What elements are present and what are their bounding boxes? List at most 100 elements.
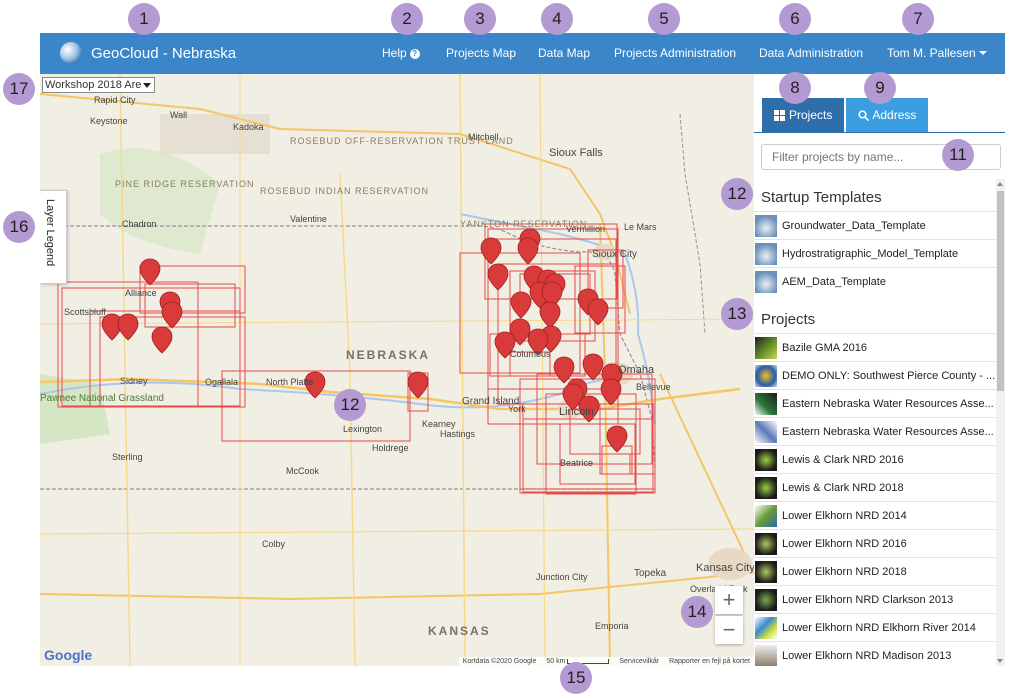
- zoom-out-button[interactable]: −: [715, 616, 743, 644]
- project-list: Startup Templates Groundwater_Data_Templ…: [754, 179, 997, 666]
- brand[interactable]: GeoCloud - Nebraska: [60, 42, 236, 64]
- callout-badge: 13: [721, 298, 753, 330]
- terms-link[interactable]: Servicevilkår: [619, 658, 659, 665]
- callout-badge: 9: [864, 72, 896, 104]
- template-item[interactable]: Groundwater_Data_Template: [754, 211, 997, 239]
- city-chadron: Chadron: [122, 219, 157, 229]
- zoom-in-button[interactable]: +: [715, 586, 743, 614]
- callout-badge: 11: [942, 139, 974, 171]
- callout-badge: 7: [902, 3, 934, 35]
- city-sterling: Sterling: [112, 452, 143, 462]
- city-keystone: Keystone: [90, 116, 128, 126]
- city-sioux-city: Sioux City: [592, 249, 638, 260]
- project-item[interactable]: Lower Elkhorn NRD Madison 2013: [754, 641, 997, 666]
- callout-badge: 14: [681, 596, 713, 628]
- map-attribution: Kortdata ©2020 Google 50 km Servicevilkå…: [458, 657, 754, 666]
- project-item[interactable]: Eastern Nebraska Water Resources Asse...: [754, 389, 997, 417]
- city-holdrege: Holdrege: [372, 443, 409, 453]
- project-item[interactable]: Lower Elkhorn NRD 2016: [754, 529, 997, 557]
- nav-data-administration[interactable]: Data Administration: [759, 46, 863, 60]
- question-circle-icon: ?: [409, 49, 420, 59]
- caret-down-icon: [978, 51, 987, 55]
- project-name: Eastern Nebraska Water Resources Asse...: [782, 425, 994, 438]
- project-thumbnail: [755, 336, 777, 359]
- callout-badge: 5: [648, 3, 680, 35]
- project-thumbnail: [755, 448, 777, 471]
- template-thumbnail: [755, 270, 777, 293]
- project-thumbnail: [755, 476, 777, 499]
- city-columbus: Columbus: [510, 349, 551, 359]
- project-name: Lower Elkhorn NRD Madison 2013: [782, 649, 952, 662]
- city-colby: Colby: [262, 539, 286, 549]
- project-name: Lewis & Clark NRD 2018: [782, 481, 904, 494]
- projects-heading: Projects: [761, 311, 816, 328]
- city-hastings: Hastings: [440, 429, 476, 439]
- nav-projects-map[interactable]: Projects Map: [446, 46, 516, 60]
- tab-projects[interactable]: Projects: [762, 98, 845, 132]
- city-kearney: Kearney: [422, 419, 456, 429]
- project-item[interactable]: Bazile GMA 2016: [754, 333, 997, 361]
- layer-legend-label: Layer Legend: [44, 199, 56, 267]
- project-thumbnail: [755, 364, 777, 387]
- project-item[interactable]: Lewis & Clark NRD 2016: [754, 445, 997, 473]
- city-alliance: Alliance: [125, 288, 157, 298]
- dropdown-arrow-icon: [143, 83, 151, 88]
- city-sioux-falls: Sioux Falls: [549, 147, 603, 159]
- area-select-dropdown[interactable]: Workshop 2018 Are: [42, 77, 155, 93]
- app-title: GeoCloud - Nebraska: [91, 44, 237, 62]
- nav-user-menu[interactable]: Tom M. Pallesen: [887, 46, 987, 60]
- project-item[interactable]: Lower Elkhorn NRD Elkhorn River 2014: [754, 613, 997, 641]
- city-kansas-city: Kansas City: [696, 562, 754, 574]
- project-thumbnail: [755, 588, 777, 611]
- callout-badge: 2: [391, 3, 423, 35]
- google-logo: Google: [44, 647, 93, 663]
- project-thumbnail: [755, 532, 777, 555]
- scrollbar-thumb[interactable]: [997, 191, 1004, 391]
- nav-data-map[interactable]: Data Map: [538, 46, 590, 60]
- tab-address[interactable]: Address: [846, 98, 929, 132]
- tab-projects-label: Projects: [789, 108, 833, 122]
- template-item[interactable]: Hydrostratigraphic_Model_Template: [754, 239, 997, 267]
- project-thumbnail: [755, 616, 777, 639]
- reservation-label: YANKTON RESERVATION: [460, 219, 588, 229]
- project-name: Lower Elkhorn NRD Elkhorn River 2014: [782, 621, 976, 634]
- nav-projects-administration[interactable]: Projects Administration: [614, 46, 736, 60]
- project-name: Eastern Nebraska Water Resources Asse...: [782, 397, 994, 410]
- project-item[interactable]: Lower Elkhorn NRD 2018: [754, 557, 997, 585]
- project-map[interactable]: Rapid City Keystone Wall Kadoka Mitchell…: [40, 74, 754, 666]
- project-thumbnail: [755, 560, 777, 583]
- city-kadoka: Kadoka: [233, 122, 264, 132]
- state-label-nebraska: NEBRASKA: [346, 348, 431, 362]
- reservation-label: PINE RIDGE RESERVATION: [115, 179, 255, 189]
- project-item[interactable]: Lower Elkhorn NRD Clarkson 2013: [754, 585, 997, 613]
- city-emporia: Emporia: [595, 621, 629, 631]
- project-item[interactable]: DEMO ONLY: Southwest Pierce County - ...: [754, 361, 997, 389]
- layer-legend-tab[interactable]: Layer Legend: [40, 190, 67, 284]
- report-error-link[interactable]: Rapporter en fejl på kortet: [669, 658, 750, 665]
- top-navbar: GeoCloud - Nebraska Help? Projects Map D…: [40, 33, 1005, 74]
- callout-badge: 17: [3, 73, 35, 105]
- reservation-label: ROSEBUD INDIAN RESERVATION: [260, 186, 430, 196]
- callout-badge: 12: [721, 178, 753, 210]
- template-item[interactable]: AEM_Data_Template: [754, 267, 997, 295]
- project-list-scrollbar[interactable]: [996, 179, 1005, 666]
- project-name: Lewis & Clark NRD 2016: [782, 453, 904, 466]
- city-junction-city: Junction City: [536, 572, 588, 582]
- project-item[interactable]: Eastern Nebraska Water Resources Asse...: [754, 417, 997, 445]
- map-data-credit: Kortdata ©2020 Google: [462, 658, 537, 665]
- callout-badge: 6: [779, 3, 811, 35]
- nav-help[interactable]: Help?: [382, 46, 420, 60]
- project-item[interactable]: Lower Elkhorn NRD 2014: [754, 501, 997, 529]
- template-thumbnail: [755, 214, 777, 237]
- area-select-value: Workshop 2018 Are: [45, 79, 142, 91]
- callout-badge: 15: [560, 662, 592, 694]
- tab-address-label: Address: [872, 108, 917, 122]
- project-name: Lower Elkhorn NRD Clarkson 2013: [782, 593, 954, 606]
- callout-badge: 1: [128, 3, 160, 35]
- city-mccook: McCook: [286, 466, 320, 476]
- globe-logo-icon: [60, 42, 82, 64]
- project-item[interactable]: Lewis & Clark NRD 2018: [754, 473, 997, 501]
- template-name: Hydrostratigraphic_Model_Template: [782, 247, 959, 260]
- project-thumbnail: [755, 420, 777, 443]
- project-name: Lower Elkhorn NRD 2014: [782, 509, 907, 522]
